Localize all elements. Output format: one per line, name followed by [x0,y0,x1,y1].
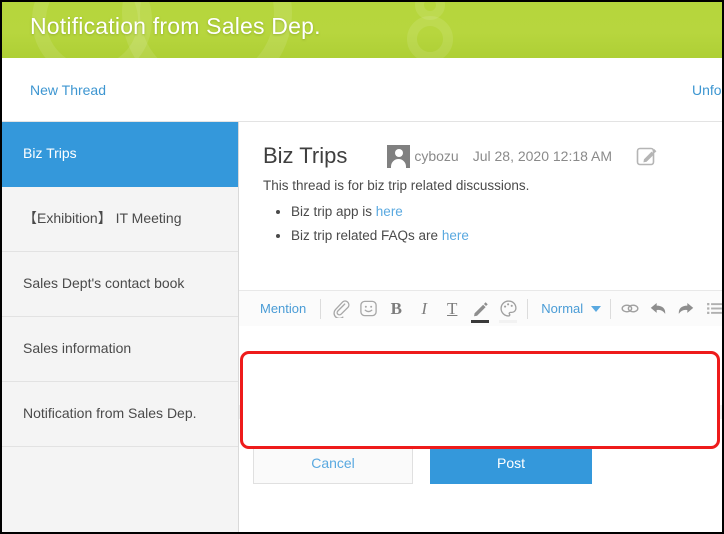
body-container: Biz Trips 【Exhibition】 IT Meeting Sales … [2,122,722,534]
banner-decoration-circle [407,16,453,58]
attachment-icon[interactable] [326,294,354,324]
palette-highlight-icon[interactable] [494,294,522,324]
link-icon[interactable] [616,294,644,324]
sidebar-item-exhibition-it-meeting[interactable]: 【Exhibition】 IT Meeting [2,187,238,252]
text-style-dropdown[interactable]: Normal [533,301,605,316]
new-thread-link[interactable]: New Thread [30,82,106,98]
sidebar-item-biz-trips[interactable]: Biz Trips [2,122,238,187]
sidebar-item-label: Biz Trips [23,145,77,163]
avatar [387,145,410,168]
chevron-down-icon [591,306,601,312]
list-item-text: Biz trip app is [291,204,376,219]
app-window: Notification from Sales Dep. New Thread … [0,0,724,534]
compose-highlight-border [240,351,720,449]
undo-icon[interactable] [644,294,672,324]
text-underline-icon[interactable]: T [438,294,466,324]
list-item: Biz trip related FAQs are here [291,227,722,245]
pen-color-swatch [471,320,489,323]
sidebar-item-notification-from-sales-dep[interactable]: Notification from Sales Dep. [2,382,238,447]
sidebar-empty-space [2,447,238,534]
mention-button[interactable]: Mention [251,301,315,316]
unfollow-link[interactable]: Unfo [692,82,722,98]
sidebar-item-label: Sales Dept's contact book [23,275,184,293]
pen-color-icon[interactable] [466,294,494,324]
emoji-icon[interactable] [354,294,382,324]
editor-toolbar: Mention B I T [239,290,722,326]
toolbar-divider [610,299,611,319]
here-link[interactable]: here [442,228,469,243]
compose-input[interactable] [244,355,716,445]
bold-icon[interactable]: B [382,294,410,324]
sidebar-item-label: Notification from Sales Dep. [23,405,197,423]
thread-bullet-list: Biz trip app is here Biz trip related FA… [291,203,722,245]
banner-decoration-circle [415,2,445,20]
thread-sidebar: Biz Trips 【Exhibition】 IT Meeting Sales … [2,122,239,534]
action-bar: New Thread Unfo [2,58,722,122]
sidebar-item-label: Sales information [23,340,131,358]
toolbar-divider [320,299,321,319]
thread-title: Biz Trips [263,143,347,169]
text-style-value: Normal [541,301,583,316]
page-banner: Notification from Sales Dep. [2,2,722,58]
redo-icon[interactable] [672,294,700,324]
sidebar-item-sales-information[interactable]: Sales information [2,317,238,382]
page-title: Notification from Sales Dep. [30,13,321,40]
sidebar-item-label: 【Exhibition】 IT Meeting [23,210,181,228]
sidebar-item-sales-dept-contact-book[interactable]: Sales Dept's contact book [2,252,238,317]
edit-icon[interactable] [636,145,658,167]
thread-author: cybozu [414,148,458,164]
thread-timestamp: Jul 28, 2020 12:18 AM [473,148,612,164]
list-item: Biz trip app is here [291,203,722,221]
thread-main-panel: Biz Trips cybozu Jul 28, 2020 12:18 AM T… [239,122,722,534]
thread-header: Biz Trips cybozu Jul 28, 2020 12:18 AM [239,122,722,172]
bulleted-list-icon[interactable] [700,294,722,324]
here-link[interactable]: here [376,204,403,219]
italic-icon[interactable]: I [410,294,438,324]
thread-description: This thread is for biz trip related disc… [239,172,722,193]
list-item-text: Biz trip related FAQs are [291,228,442,243]
toolbar-divider [527,299,528,319]
highlight-color-swatch [499,320,517,323]
